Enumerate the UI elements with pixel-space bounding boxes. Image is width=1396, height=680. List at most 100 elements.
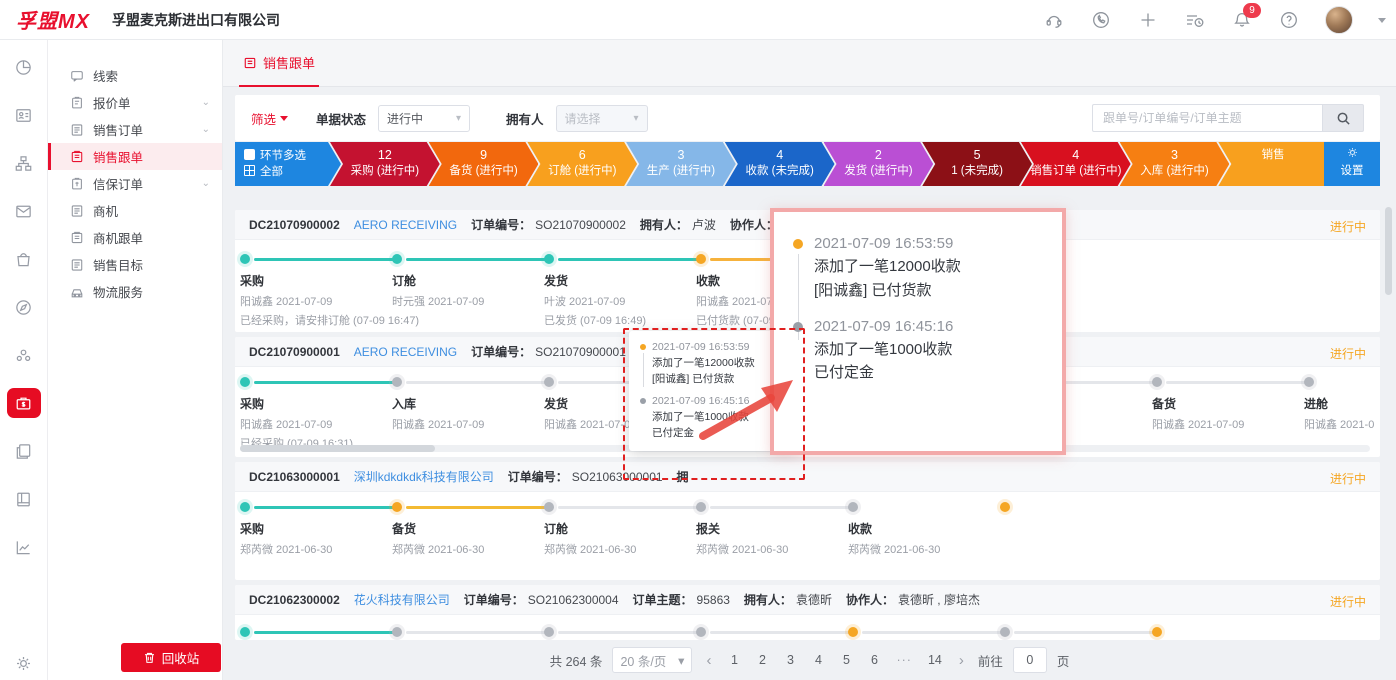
customer-link[interactable]: AERO RECEIVING — [354, 345, 457, 359]
notification-bell-icon[interactable]: 9 — [1231, 9, 1253, 31]
products-bag-icon[interactable] — [7, 244, 41, 274]
next-page-button[interactable]: › — [955, 652, 968, 669]
timeline-stage: 订舱时元强 2021-07-09 — [392, 254, 544, 332]
mail-icon[interactable] — [7, 196, 41, 226]
timeline-stage: 采购阳诚鑫 2021-07-09已经采购，请安排订舱 (07-09 16:47) — [240, 254, 392, 332]
page-number[interactable]: 1 — [725, 651, 743, 669]
filter-toggle[interactable]: 筛选 — [251, 109, 288, 128]
page-number[interactable]: 5 — [837, 651, 855, 669]
pipeline-stage-shipping[interactable]: 2发货 (进行中) — [824, 142, 934, 186]
sidebar-item-opportunity[interactable]: 商机 — [48, 197, 222, 224]
pipeline-funnel: 环节多选 全部 12采购 (进行中) 9备货 (进行中) 6订舱 (进行中) 3… — [235, 142, 1380, 186]
tab-sales-follow[interactable]: 销售跟单 — [239, 40, 319, 87]
chevron-down-icon[interactable]: ⌄ — [202, 178, 210, 189]
order-no-link[interactable]: SO21062300004 — [528, 593, 619, 607]
activity-dot-orange — [793, 239, 803, 249]
multi-select-checkbox[interactable] — [244, 149, 255, 160]
goto-label: 前往 — [978, 651, 1003, 670]
pipeline-stage-stocking[interactable]: 9备货 (进行中) — [429, 142, 539, 186]
page-size-select[interactable]: 20 条/页▾ — [612, 647, 692, 673]
discover-compass-icon[interactable] — [7, 292, 41, 322]
customer-link[interactable]: AERO RECEIVING — [354, 218, 457, 232]
timeline-stage: 发货叶波 2021-07-09已发货 (07-09 16:49) — [544, 254, 696, 332]
org-structure-icon[interactable] — [7, 148, 41, 178]
stage-dot — [392, 377, 402, 387]
goto-page-input[interactable] — [1013, 647, 1047, 673]
pipeline-stage-purchase[interactable]: 12采购 (进行中) — [330, 142, 440, 186]
chevron-down-icon[interactable]: ⌄ — [202, 124, 210, 135]
order-no-link[interactable]: SO21063000001 — [572, 470, 663, 484]
user-avatar[interactable] — [1325, 6, 1353, 34]
order-timeline — [240, 627, 1380, 640]
owner-filter-label: 拥有人 — [506, 109, 544, 128]
stage-dot — [1152, 627, 1162, 637]
timeline-stage: 报关郑芮微 2021-06-30 — [696, 502, 848, 557]
top-bar: 孚盟MX 孚盟麦克斯进出口有限公司 9 — [0, 0, 1396, 40]
help-icon[interactable] — [1278, 9, 1300, 31]
pipeline-stage-sales-order[interactable]: 4销售订单 (进行中) — [1021, 142, 1131, 186]
notification-badge: 9 — [1243, 3, 1261, 18]
timeline-stage: 订舱郑芮微 2021-06-30 — [544, 502, 696, 557]
activity-dot-gray — [793, 322, 803, 332]
horizontal-scrollbar-thumb[interactable] — [240, 445, 435, 452]
chevron-down-icon[interactable]: ⌄ — [202, 97, 210, 108]
dashboard-icon[interactable] — [7, 52, 41, 82]
recycle-bin-button[interactable]: 回收站 — [121, 643, 221, 672]
customer-link[interactable]: 花火科技有限公司 — [354, 591, 450, 608]
pipeline-stage-booking[interactable]: 6订舱 (进行中) — [527, 142, 637, 186]
documents-icon[interactable] — [7, 436, 41, 466]
order-id: DC21070900001 — [249, 345, 340, 359]
order-topic-link[interactable]: 95863 — [697, 593, 730, 607]
order-no-link[interactable]: SO21070900001 — [535, 345, 626, 359]
chevron-down-icon: ▾ — [634, 113, 639, 124]
sales-follow-icon[interactable] — [7, 388, 41, 418]
team-icon[interactable] — [7, 340, 41, 370]
vertical-scrollbar-thumb[interactable] — [1385, 207, 1392, 295]
sidebar-item-sales-order[interactable]: 销售订单 ⌄ — [48, 116, 222, 143]
sidebar-item-credit-order[interactable]: 信保订单 ⌄ — [48, 170, 222, 197]
pipeline-stage-warehousing[interactable]: 3入库 (进行中) — [1120, 142, 1230, 186]
settings-gear-icon[interactable] — [7, 648, 41, 678]
owner-select[interactable]: 请选择▾ — [556, 105, 648, 132]
search-button[interactable] — [1322, 104, 1364, 132]
account-caret-icon[interactable] — [1378, 18, 1386, 27]
pipeline-stage-collection[interactable]: 4收款 (未完成) — [725, 142, 835, 186]
sidebar-item-leads[interactable]: 线索 — [48, 62, 222, 89]
stage-dot — [392, 627, 402, 637]
stage-dot — [392, 502, 402, 512]
customer-link[interactable]: 深圳kdkdkdk科技有限公司 — [354, 468, 494, 485]
pipeline-stage-uncomplete[interactable]: 51 (未完成) — [922, 142, 1032, 186]
phone-icon[interactable] — [1090, 9, 1112, 31]
stage-dot — [544, 254, 554, 264]
page-number[interactable]: 2 — [753, 651, 771, 669]
pipeline-all-segment[interactable]: 环节多选 全部 — [235, 142, 341, 186]
chevron-down-icon: ▾ — [678, 653, 684, 668]
order-no-link[interactable]: SO21070900002 — [535, 218, 626, 232]
pipeline-settings-button[interactable]: 设置 — [1324, 142, 1380, 186]
page-number[interactable]: 4 — [809, 651, 827, 669]
status-select[interactable]: 进行中▾ — [378, 105, 470, 132]
reports-chart-icon[interactable] — [7, 532, 41, 562]
pagination-bar: 共 264 条 20 条/页▾ ‹ 1 2 3 4 5 6 ··· 14 › 前… — [223, 640, 1396, 680]
page-number[interactable]: 3 — [781, 651, 799, 669]
filter-caret-icon — [280, 116, 288, 125]
history-icon[interactable] — [1184, 9, 1206, 31]
sidebar-item-sales-follow[interactable]: 销售跟单 — [48, 143, 222, 170]
pipeline-stage-production[interactable]: 3生产 (进行中) — [626, 142, 736, 186]
search-input[interactable] — [1092, 104, 1322, 132]
knowledge-book-icon[interactable] — [7, 484, 41, 514]
stage-dot — [240, 627, 250, 637]
sidebar-item-quotation[interactable]: 报价单 ⌄ — [48, 89, 222, 116]
customer-service-icon[interactable] — [1043, 9, 1065, 31]
page-ellipsis[interactable]: ··· — [893, 651, 915, 669]
sidebar-item-logistics[interactable]: 物流服务 — [48, 278, 222, 305]
page-number[interactable]: 6 — [865, 651, 883, 669]
stage-dot — [544, 627, 554, 637]
prev-page-button[interactable]: ‹ — [702, 652, 715, 669]
page-number[interactable]: 14 — [925, 651, 945, 669]
icon-rail — [0, 40, 48, 680]
sidebar-item-sales-target[interactable]: 销售目标 — [48, 251, 222, 278]
add-icon[interactable] — [1137, 9, 1159, 31]
contacts-icon[interactable] — [7, 100, 41, 130]
sidebar-item-opportunity-follow[interactable]: 商机跟单 — [48, 224, 222, 251]
